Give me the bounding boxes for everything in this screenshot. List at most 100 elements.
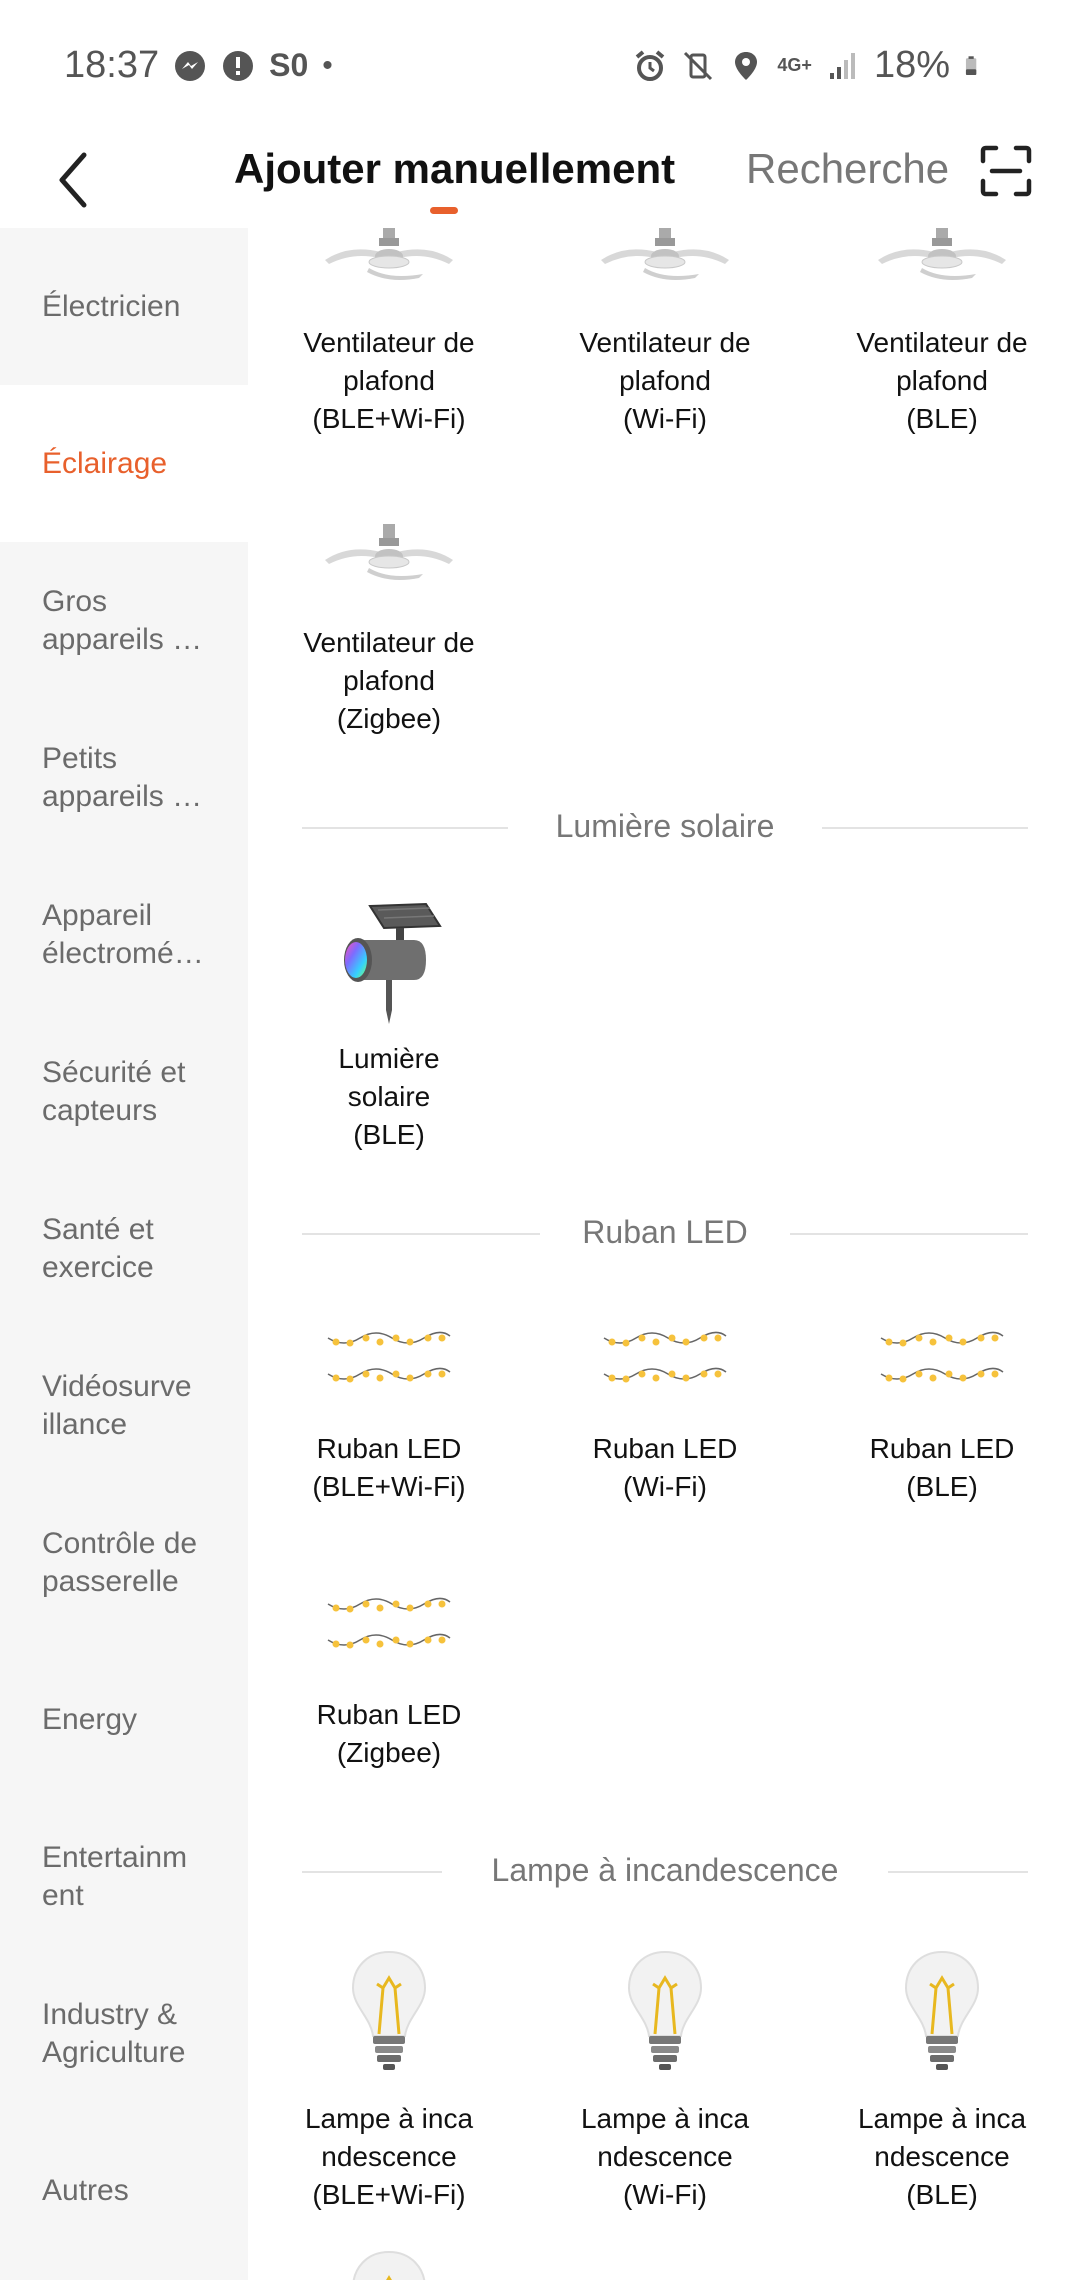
sidebar-item-label: Gros appareils … — [42, 584, 203, 656]
sidebar-item-entertainment[interactable]: Entertainm ent — [0, 1798, 248, 1955]
sidebar-item-label: Sécurité et capteurs — [42, 1055, 186, 1127]
notification-app-icon — [223, 50, 254, 81]
device-label: Ruban LED — [869, 1433, 1015, 1464]
sidebar-item-appareil-electromenager[interactable]: Appareil électromé… — [0, 856, 248, 1013]
device-label: plafond — [343, 665, 435, 696]
device-label: plafond — [343, 365, 435, 396]
device-list: Ventilateur de plafond (BLE+Wi-Fi) Venti… — [248, 228, 1080, 2280]
device-fan-ble-wifi[interactable]: Ventilateur de plafond (BLE+Wi-Fi) — [254, 228, 524, 438]
section-title: Lampe à incandescence — [471, 1852, 859, 1888]
header: Ajouter manuellement Recherche — [0, 135, 1080, 230]
sidebar-item-label: Vidéosurve illance — [42, 1369, 192, 1441]
section-header-led: Ruban LED — [302, 1208, 1028, 1258]
sidebar-item-industry-agriculture[interactable]: Industry & Agriculture — [0, 1955, 248, 2112]
solar-light-icon — [344, 902, 442, 1024]
device-label: Ventilateur de — [856, 327, 1028, 358]
tab-add-manually[interactable]: Ajouter manuellement — [234, 145, 675, 193]
back-arrow-icon[interactable] — [52, 145, 92, 215]
filament-bulb-icon — [349, 2248, 429, 2280]
led-strip-icon — [600, 1324, 730, 1394]
device-bulb-ble[interactable]: Lampe à inca ndescence (BLE) — [807, 1948, 1077, 2214]
device-label: ndescence — [874, 2141, 1010, 2172]
ceiling-fan-icon — [872, 228, 1012, 292]
sidebar-item-label: Électricien — [42, 289, 181, 323]
status-time: 18:37 — [64, 44, 160, 86]
sidebar-item-label: Éclairage — [42, 446, 168, 480]
filament-bulb-icon — [902, 1948, 982, 2078]
device-label: (BLE+Wi-Fi) — [312, 1471, 466, 1502]
signal-icon — [829, 52, 855, 79]
device-label: (BLE+Wi-Fi) — [312, 2179, 466, 2210]
sidebar-item-electricien[interactable]: Électricien — [0, 228, 248, 385]
device-led-ble-wifi[interactable]: Ruban LED (BLE+Wi-Fi) — [254, 1324, 524, 1506]
battery-icon — [965, 55, 977, 75]
alarm-icon — [636, 49, 665, 81]
sidebar-item-label: Contrôle de passerelle — [42, 1526, 198, 1598]
device-solar-ble[interactable]: Lumière solaire (BLE) — [254, 898, 524, 1154]
section-header-solar: Lumière solaire — [302, 802, 1028, 852]
sidebar-item-label: Petits appareils … — [42, 741, 203, 813]
device-label: Lampe à inca — [580, 2103, 750, 2134]
sidebar-item-petits-appareils[interactable]: Petits appareils … — [0, 699, 248, 856]
device-label: Lampe à inca — [857, 2103, 1027, 2134]
status-dot: • — [322, 48, 333, 82]
tab-search[interactable]: Recherche — [746, 145, 949, 193]
filament-bulb-icon — [625, 1948, 705, 2078]
sidebar-item-label: Appareil électromé… — [42, 898, 204, 970]
ceiling-fan-icon — [319, 228, 459, 292]
sidebar-item-videosurveillance[interactable]: Vidéosurve illance — [0, 1327, 248, 1484]
device-bulb-ble-wifi[interactable]: Lampe à inca ndescence (BLE+Wi-Fi) — [254, 1948, 524, 2214]
device-label: Lumière — [338, 1043, 440, 1074]
led-strip-icon — [324, 1324, 454, 1394]
device-label: ndescence — [321, 2141, 457, 2172]
device-fan-wifi[interactable]: Ventilateur de plafond (Wi-Fi) — [530, 228, 800, 438]
network-type: 4G+ — [777, 55, 812, 75]
device-led-ble[interactable]: Ruban LED (BLE) — [807, 1324, 1077, 1506]
device-label: Ruban LED — [316, 1699, 462, 1730]
device-led-zigbee[interactable]: Ruban LED (Zigbee) — [254, 1590, 524, 1772]
ceiling-fan-icon — [319, 522, 459, 592]
status-bar: 18:37 S0 • 4G+ 18% — [0, 0, 1080, 135]
device-label: (Zigbee) — [336, 1737, 442, 1768]
device-bulb-partial[interactable] — [254, 2248, 524, 2280]
device-label: (Wi-Fi) — [623, 1471, 707, 1502]
sidebar-item-controle-passerelle[interactable]: Contrôle de passerelle — [0, 1484, 248, 1641]
device-label: (BLE) — [906, 2179, 978, 2210]
sidebar-item-label: Entertainm ent — [42, 1840, 188, 1912]
device-bulb-wifi[interactable]: Lampe à inca ndescence (Wi-Fi) — [530, 1948, 800, 2214]
device-label: solaire — [347, 1081, 431, 1112]
battery-percent: 18% — [873, 44, 950, 86]
sidebar-item-sante-exercice[interactable]: Santé et exercice — [0, 1170, 248, 1327]
category-sidebar: Électricien Éclairage Gros appareils … P… — [0, 228, 248, 2280]
sidebar-item-label: Energy — [42, 1702, 138, 1736]
sidebar-item-energy[interactable]: Energy — [0, 1641, 248, 1798]
device-label: plafond — [896, 365, 988, 396]
device-label: Ventilateur de — [303, 627, 475, 658]
device-label: Ventilateur de — [303, 327, 475, 358]
filament-bulb-icon — [349, 1948, 429, 2078]
scan-icon[interactable] — [980, 145, 1032, 197]
messenger-icon — [175, 50, 206, 81]
device-label: Lampe à inca — [304, 2103, 474, 2134]
mute-vibrate-icon — [684, 51, 713, 80]
sidebar-item-label: Industry & Agriculture — [42, 1997, 186, 2069]
section-title: Ruban LED — [562, 1214, 768, 1250]
device-label: (BLE) — [353, 1119, 425, 1150]
sidebar-item-gros-appareils[interactable]: Gros appareils … — [0, 542, 248, 699]
ceiling-fan-icon — [595, 228, 735, 292]
active-tab-indicator — [430, 207, 458, 214]
device-label: Ruban LED — [316, 1433, 462, 1464]
sidebar-item-eclairage[interactable]: Éclairage — [0, 385, 248, 542]
device-label: (Wi-Fi) — [623, 2179, 707, 2210]
device-fan-ble[interactable]: Ventilateur de plafond (BLE) — [807, 228, 1077, 438]
device-led-wifi[interactable]: Ruban LED (Wi-Fi) — [530, 1324, 800, 1506]
sidebar-item-securite-capteurs[interactable]: Sécurité et capteurs — [0, 1013, 248, 1170]
device-label: (Zigbee) — [336, 703, 442, 734]
device-fan-zigbee[interactable]: Ventilateur de plafond (Zigbee) — [254, 522, 524, 738]
sidebar-item-autres[interactable]: Autres — [0, 2112, 248, 2269]
device-label: (BLE+Wi-Fi) — [312, 403, 466, 434]
led-strip-icon — [324, 1590, 454, 1660]
device-label: ndescence — [597, 2141, 733, 2172]
device-label: Ruban LED — [592, 1433, 738, 1464]
led-strip-icon — [877, 1324, 1007, 1394]
